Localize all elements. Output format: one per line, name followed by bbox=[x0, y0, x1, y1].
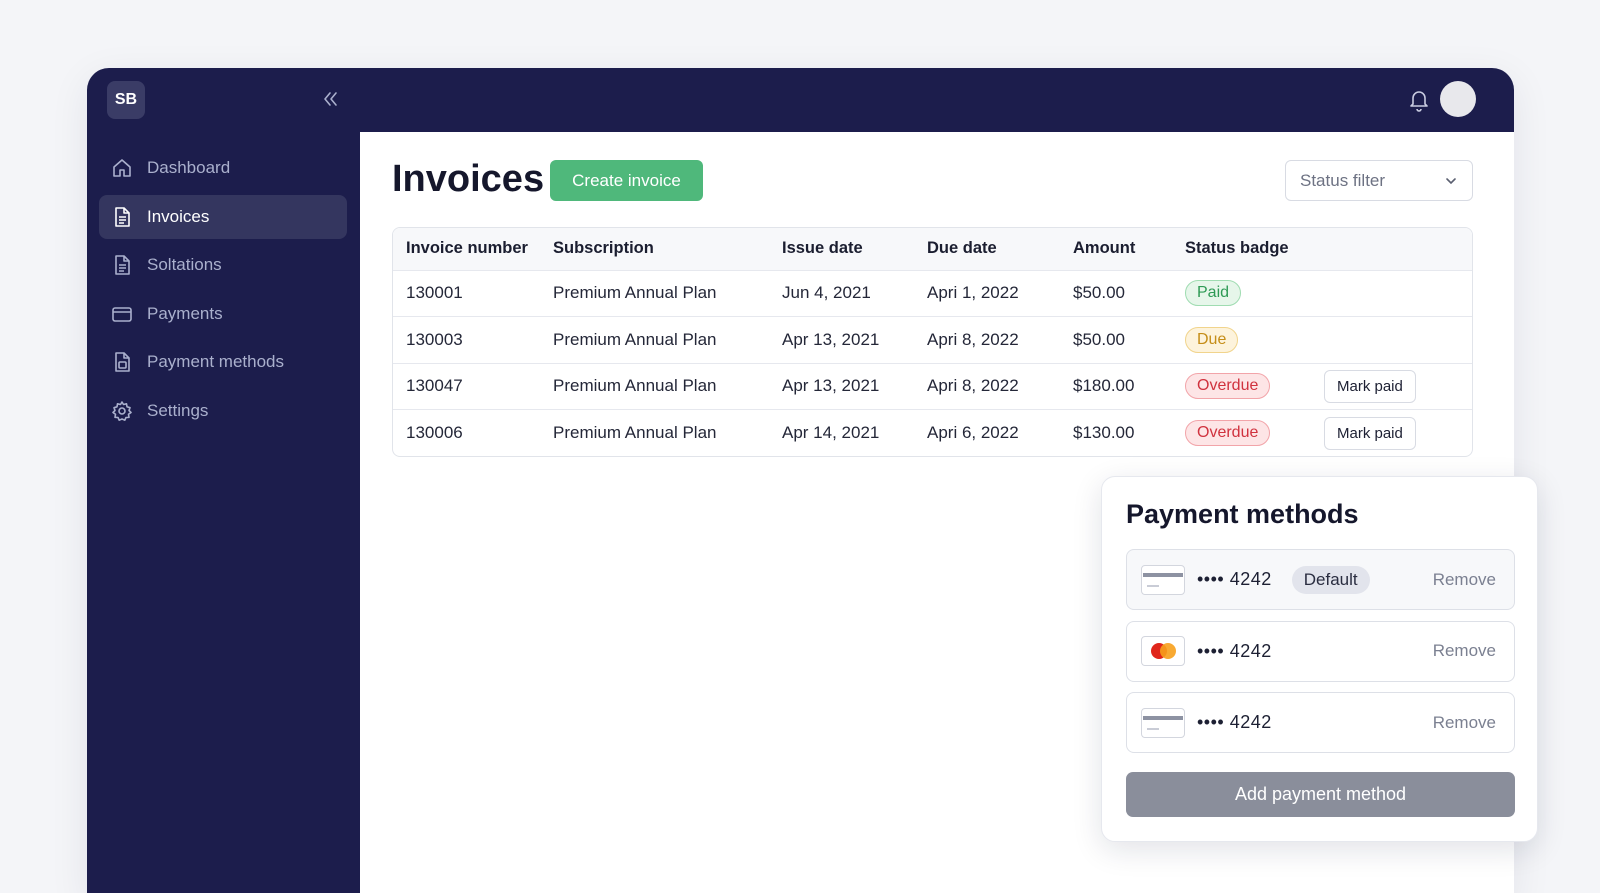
status-badge: Paid bbox=[1185, 280, 1242, 307]
issue-date: Jun 4, 2021 bbox=[782, 283, 871, 303]
brand-logo[interactable]: SB bbox=[107, 81, 145, 119]
payment-methods-list: •••• 4242 Default Remove •••• 4242 Remov… bbox=[1126, 549, 1515, 764]
payment-method-item[interactable]: •••• 4242 Default Remove bbox=[1126, 549, 1515, 610]
due-date: Apri 1, 2022 bbox=[927, 283, 1019, 303]
column-header[interactable]: Invoice number bbox=[393, 228, 553, 270]
default-badge: Default bbox=[1291, 565, 1370, 594]
subscription: Premium Annual Plan bbox=[553, 423, 717, 442]
subscription: Premium Annual Plan bbox=[553, 329, 717, 349]
sidebar-item-label: Payment methods bbox=[147, 352, 285, 371]
status-filter-select[interactable]: Status filter bbox=[1285, 160, 1473, 201]
table-row[interactable]: 130003 Premium Annual Plan Apr 13, 2021 … bbox=[393, 316, 1472, 364]
table-row[interactable]: 130006 Premium Annual Plan Apr 14, 2021 … bbox=[393, 409, 1472, 457]
due-date: Apri 8, 2022 bbox=[927, 376, 1019, 396]
amount: $180.00 bbox=[1073, 376, 1135, 396]
bell-icon bbox=[1410, 91, 1428, 112]
row-actions bbox=[1324, 317, 1472, 364]
document-icon bbox=[111, 254, 133, 276]
sidebar-item-soltations[interactable]: Soltations bbox=[99, 243, 347, 287]
masked-card-number: •••• 4242 bbox=[1197, 569, 1272, 589]
sidebar: SB Dashboard Invoices Soltations Payment… bbox=[87, 68, 360, 893]
mark-paid-button[interactable]: Mark paid bbox=[1324, 369, 1416, 403]
chevrons-left-icon bbox=[324, 92, 337, 106]
remove-payment-method-link[interactable]: Remove bbox=[1433, 570, 1496, 590]
column-header[interactable]: Status badge bbox=[1185, 228, 1324, 270]
sidebar-item-payment-methods[interactable]: Payment methods bbox=[99, 340, 347, 384]
generic-card-icon bbox=[1141, 564, 1185, 595]
invoice-number: 130003 bbox=[406, 329, 463, 349]
payment-method-item[interactable]: •••• 4242 Remove bbox=[1126, 692, 1515, 753]
remove-payment-method-link[interactable]: Remove bbox=[1433, 713, 1496, 733]
generic-card-icon bbox=[1141, 707, 1185, 738]
credit-card-icon bbox=[111, 303, 133, 325]
amount: $130.00 bbox=[1073, 423, 1135, 442]
sidebar-item-payments[interactable]: Payments bbox=[99, 292, 347, 336]
issue-date: Apr 13, 2021 bbox=[782, 376, 880, 396]
home-icon bbox=[111, 157, 133, 179]
top-bar bbox=[360, 68, 1514, 132]
invoices-table: Invoice number Subscription Issue date D… bbox=[392, 227, 1473, 457]
create-invoice-button[interactable]: Create invoice bbox=[550, 160, 703, 201]
column-header[interactable]: Issue date bbox=[782, 228, 927, 270]
status-badge: Due bbox=[1185, 326, 1239, 353]
invoice-number: 130006 bbox=[406, 423, 463, 442]
status-badge: Overdue bbox=[1185, 420, 1271, 446]
table-header-row: Invoice number Subscription Issue date D… bbox=[393, 228, 1472, 270]
status-filter-placeholder: Status filter bbox=[1300, 170, 1386, 190]
document-icon bbox=[111, 206, 133, 228]
masked-card-number: •••• 4242 bbox=[1197, 640, 1272, 661]
invoice-number: 130047 bbox=[406, 376, 463, 396]
masked-card-number: •••• 4242 bbox=[1197, 712, 1272, 732]
issue-date: Apr 14, 2021 bbox=[782, 423, 880, 442]
row-actions bbox=[1324, 270, 1472, 317]
notifications-button[interactable] bbox=[1406, 87, 1432, 113]
issue-date: Apr 13, 2021 bbox=[782, 329, 880, 349]
remove-payment-method-link[interactable]: Remove bbox=[1433, 641, 1496, 661]
mark-paid-button[interactable]: Mark paid bbox=[1324, 416, 1416, 450]
document-icon bbox=[111, 351, 133, 373]
amount: $50.00 bbox=[1073, 329, 1125, 349]
sidebar-item-dashboard[interactable]: Dashboard bbox=[99, 146, 347, 190]
column-header[interactable]: Amount bbox=[1073, 228, 1185, 270]
sidebar-item-label: Dashboard bbox=[147, 158, 231, 177]
subscription: Premium Annual Plan bbox=[553, 376, 717, 396]
due-date: Apri 6, 2022 bbox=[927, 423, 1019, 442]
sidebar-item-label: Soltations bbox=[147, 255, 222, 274]
collapse-sidebar-button[interactable] bbox=[317, 86, 343, 112]
payment-methods-title: Payment methods bbox=[1126, 499, 1359, 529]
sidebar-item-label: Settings bbox=[147, 400, 209, 420]
sidebar-item-label: Invoices bbox=[147, 206, 210, 226]
due-date: Apri 8, 2022 bbox=[927, 329, 1019, 349]
payment-methods-card: Payment methods •••• 4242 Default Remove… bbox=[1101, 476, 1538, 842]
column-header[interactable]: Due date bbox=[927, 228, 1073, 270]
mastercard-icon bbox=[1141, 636, 1185, 666]
subscription: Premium Annual Plan bbox=[553, 283, 717, 303]
payment-method-item[interactable]: •••• 4242 Remove bbox=[1126, 620, 1515, 682]
status-badge: Overdue bbox=[1185, 373, 1271, 400]
amount: $50.00 bbox=[1073, 283, 1125, 303]
avatar[interactable] bbox=[1440, 81, 1476, 117]
column-header-actions bbox=[1324, 228, 1472, 270]
page-title: Invoices bbox=[392, 158, 545, 200]
table-row[interactable]: 130047 Premium Annual Plan Apr 13, 2021 … bbox=[393, 363, 1472, 410]
invoice-number: 130001 bbox=[406, 283, 463, 303]
sidebar-item-invoices[interactable]: Invoices bbox=[99, 194, 347, 239]
column-header[interactable]: Subscription bbox=[553, 228, 782, 270]
gear-icon bbox=[111, 400, 133, 422]
sidebar-item-label: Payments bbox=[147, 303, 223, 323]
chevron-down-icon bbox=[1446, 177, 1456, 184]
sidebar-nav: Dashboard Invoices Soltations Payments P… bbox=[99, 146, 347, 437]
table-row[interactable]: 130001 Premium Annual Plan Jun 4, 2021 A… bbox=[393, 270, 1472, 317]
add-payment-method-button[interactable]: Add payment method bbox=[1126, 772, 1515, 817]
sidebar-item-settings[interactable]: Settings bbox=[99, 389, 347, 433]
